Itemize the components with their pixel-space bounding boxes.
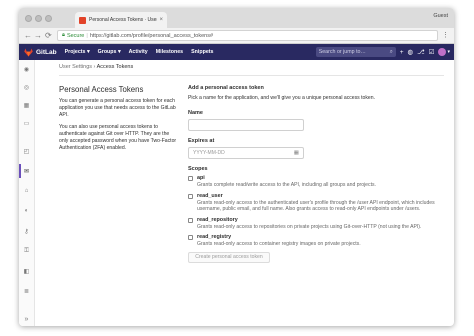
main-panel: User Settings › Access Tokens Personal A…: [35, 60, 454, 326]
form-subheading: Pick a name for the application, and we'…: [188, 95, 376, 101]
breadcrumb-user-settings[interactable]: User Settings: [59, 64, 92, 70]
scope-read-user: read_user Grants read-only access to the…: [188, 193, 438, 213]
merge-requests-icon[interactable]: ⎇: [417, 48, 425, 56]
forward-arrow-icon[interactable]: →: [34, 31, 42, 40]
lock-icon: 🔒︎: [62, 32, 65, 38]
breadcrumb-current: Access Tokens: [96, 64, 134, 70]
search-placeholder: Search or jump to…: [318, 49, 366, 55]
calendar-icon[interactable]: ▦: [294, 150, 299, 156]
scope-api: api Grants complete read/write access to…: [188, 175, 438, 189]
scope-read-repository-checkbox[interactable]: [188, 217, 193, 223]
chat-icon[interactable]: ▭: [19, 120, 34, 127]
form-heading: Add a personal access token: [188, 85, 264, 91]
intro-paragraph-2: You can also use personal access tokens …: [59, 124, 177, 151]
access-tokens-icon[interactable]: ◰: [19, 148, 34, 155]
browser-tab[interactable]: Personal Access Tokens · User S ×: [75, 12, 167, 28]
reload-icon[interactable]: ⟳: [45, 31, 52, 40]
user-icon[interactable]: ◉: [19, 66, 34, 73]
tab-title: Personal Access Tokens · User S: [89, 17, 158, 23]
nav-snippets[interactable]: Snippets: [191, 49, 213, 55]
intro-column: Personal Access Tokens You can generate …: [59, 85, 177, 157]
address-bar: ← → ⟳ 🔒︎ Secure | https://gitlab.com/pro…: [19, 28, 454, 44]
expires-placeholder: YYYY-MM-DD: [193, 150, 225, 156]
breadcrumb-separator-icon: ›: [93, 64, 96, 70]
gitlab-brand[interactable]: GitLab: [36, 49, 57, 56]
browser-tab-strip: Personal Access Tokens · User S × Guest: [19, 8, 454, 28]
avatar[interactable]: [438, 48, 447, 56]
account-icon[interactable]: ◎: [19, 84, 34, 91]
nav-projects[interactable]: Projects ▾: [65, 49, 90, 55]
url-text: https://gitlab.com/profile/personal_acce…: [89, 32, 214, 39]
scope-name[interactable]: read_user: [197, 193, 438, 200]
avatar-caret-icon[interactable]: ▾: [447, 49, 450, 55]
gitlab-logo-icon[interactable]: [24, 47, 33, 57]
page-title: Personal Access Tokens: [59, 85, 144, 94]
scope-read-registry-checkbox[interactable]: [188, 235, 193, 241]
create-token-button[interactable]: Create personal access token: [188, 251, 270, 263]
name-label: Name: [188, 110, 203, 116]
nav-groups[interactable]: Groups ▾: [98, 49, 121, 55]
collapse-icon[interactable]: »: [19, 316, 34, 323]
scope-description: Grants read-only access to container reg…: [197, 241, 361, 248]
breadcrumb: User Settings › Access Tokens: [59, 64, 133, 70]
intro-paragraph-1: You can generate a personal access token…: [59, 98, 176, 118]
scope-api-checkbox[interactable]: [188, 176, 193, 181]
tab-close-icon[interactable]: ×: [159, 17, 163, 23]
scope-name[interactable]: api: [197, 175, 438, 182]
preferences-icon[interactable]: ◧: [19, 268, 34, 275]
emails-icon[interactable]: ✉: [19, 168, 34, 175]
name-input[interactable]: [188, 119, 304, 131]
gitlab-navbar: GitLab Projects ▾ Groups ▾ Activity Mile…: [19, 44, 454, 60]
notifications-icon[interactable]: ◐: [19, 208, 34, 214]
page-content: ◉ ◎ ▦ ▭ ◰ ✉ ⌂ ◐ ⚷ ⚿ ◧ ≣ » User Settings …: [19, 60, 454, 326]
scope-description: Grants complete read/write access to the…: [197, 182, 376, 188]
todos-icon[interactable]: ☑: [429, 48, 435, 56]
applications-icon[interactable]: ▦: [19, 102, 34, 109]
token-form: Add a personal access token Pick a name …: [188, 85, 438, 263]
authentication-log-icon[interactable]: ≣: [19, 288, 34, 295]
nav-activity[interactable]: Activity: [129, 49, 148, 55]
scope-read-repository: read_repository Grants read-only access …: [188, 217, 438, 231]
scope-name[interactable]: read_registry: [197, 234, 438, 241]
menu-icon[interactable]: ⋮: [442, 31, 449, 40]
gpg-keys-icon[interactable]: ⚿: [19, 248, 34, 255]
back-arrow-icon[interactable]: ←: [24, 31, 32, 40]
url-field[interactable]: 🔒︎ Secure | https://gitlab.com/profile/p…: [57, 30, 438, 41]
scope-name[interactable]: read_repository: [197, 217, 438, 224]
url-separator: |: [86, 32, 88, 39]
scopes-label: Scopes: [188, 166, 208, 172]
expires-label: Expires at: [188, 138, 215, 144]
browser-window: Personal Access Tokens · User S × Guest …: [19, 8, 454, 326]
settings-sidebar: ◉ ◎ ▦ ▭ ◰ ✉ ⌂ ◐ ⚷ ⚿ ◧ ≣ »: [19, 60, 35, 326]
scope-read-user-checkbox[interactable]: [188, 193, 193, 199]
search-icon: ⌕: [389, 48, 393, 55]
navbar-right: Search or jump to… ⌕ + ◍ ⎇ ☑ ▾: [315, 44, 450, 60]
scope-description: Grants read-only access to the authentic…: [197, 199, 435, 213]
zoom-window-button[interactable]: [45, 15, 52, 22]
guest-profile-label[interactable]: Guest: [433, 13, 448, 19]
gitlab-favicon-icon: [79, 16, 86, 24]
password-icon[interactable]: ⌂: [19, 188, 34, 194]
scope-description: Grants read-only access to repositories …: [197, 223, 422, 230]
close-window-button[interactable]: [25, 15, 32, 22]
minimize-window-button[interactable]: [35, 15, 42, 22]
new-item-icon[interactable]: +: [400, 49, 404, 56]
search-input[interactable]: Search or jump to… ⌕: [315, 47, 396, 57]
breadcrumb-divider: [59, 75, 444, 76]
expires-date-input[interactable]: YYYY-MM-DD ▦: [188, 147, 304, 159]
scope-read-registry: read_registry Grants read-only access to…: [188, 234, 438, 248]
issues-icon[interactable]: ◍: [407, 48, 413, 56]
nav-milestones[interactable]: Milestones: [156, 49, 183, 55]
ssh-keys-icon[interactable]: ⚷: [19, 228, 34, 235]
secure-label: Secure: [66, 32, 85, 39]
